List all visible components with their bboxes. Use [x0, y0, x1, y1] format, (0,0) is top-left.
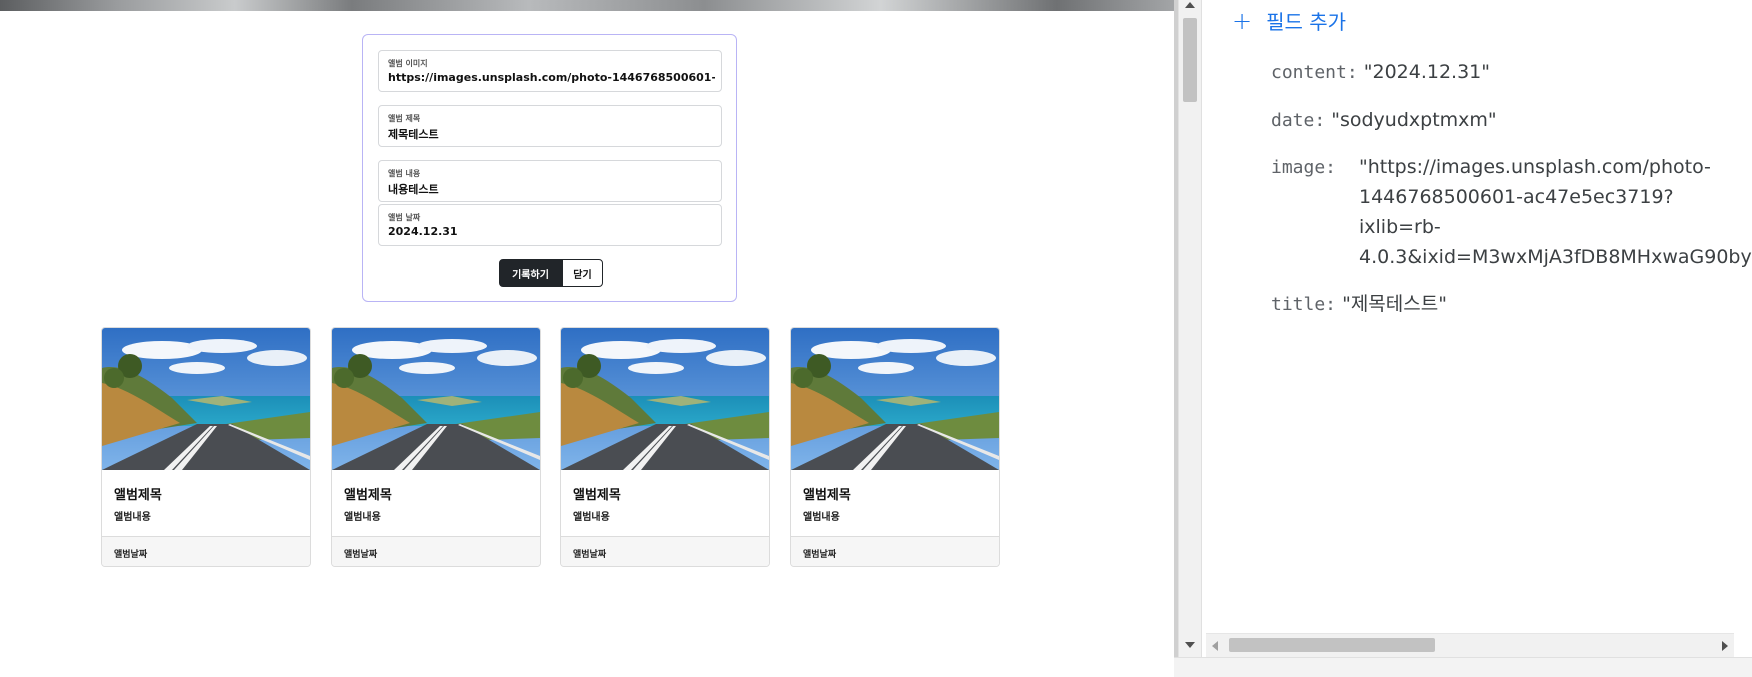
album-card-title: 앨범제목	[573, 488, 621, 503]
album-card-title: 앨범제목	[114, 488, 162, 503]
field-key: title:	[1271, 294, 1337, 315]
album-card-image	[791, 328, 999, 470]
hero-image-strip	[0, 0, 1174, 11]
album-image-field[interactable]: 앨범 이미지 https://images.unsplash.com/photo…	[378, 50, 722, 92]
album-content-field[interactable]: 앨범 내용 내용테스트	[378, 160, 722, 202]
album-card-image	[561, 328, 769, 470]
field-row-content[interactable]: content: "2024.12.31"	[1271, 57, 1490, 88]
album-card-date: 앨범날짜	[803, 550, 837, 560]
album-card-footer: 앨범날짜	[561, 536, 769, 566]
field-row-date[interactable]: date: "sodyudxptmxm"	[1271, 105, 1497, 136]
field-key: image:	[1271, 157, 1337, 178]
form-button-group: 기록하기 닫기	[499, 259, 603, 287]
album-card-footer: 앨범날짜	[102, 536, 310, 566]
scroll-up-arrow-icon[interactable]	[1185, 2, 1195, 8]
app-pane: 앨범 이미지 https://images.unsplash.com/photo…	[0, 0, 1174, 677]
album-date-field[interactable]: 앨범 날짜 2024.12.31	[378, 204, 722, 246]
album-card-date: 앨범날짜	[573, 550, 607, 560]
album-card-date: 앨범날짜	[114, 550, 148, 560]
field-value: "sodyudxptmxm"	[1331, 109, 1497, 131]
field-row-image[interactable]: image: "https://images.unsplash.com/phot…	[1271, 152, 1752, 272]
album-card-content: 앨범내용	[344, 512, 381, 523]
horizontal-scrollbar[interactable]	[1206, 633, 1734, 657]
album-card-image	[102, 328, 310, 470]
scrollbar-thumb[interactable]	[1183, 18, 1197, 102]
field-value-line: 4.0.3&ixid=M3wxMjA3fDB8MHxwaG90by	[1359, 246, 1752, 268]
album-content-label: 앨범 내용	[388, 169, 421, 178]
scroll-left-arrow-icon[interactable]	[1212, 641, 1218, 651]
album-card[interactable]: 앨범제목 앨범내용 앨범날짜	[101, 327, 311, 567]
album-date-value: 2024.12.31	[388, 225, 458, 238]
scrollbar-thumb[interactable]	[1229, 638, 1435, 652]
field-value-line: ixlib=rb-	[1359, 216, 1441, 238]
field-value-line: "https://images.unsplash.com/photo-	[1359, 156, 1711, 178]
album-title-label: 앨범 제목	[388, 114, 421, 123]
album-title-field[interactable]: 앨범 제목 제목테스트	[378, 105, 722, 147]
add-field-label: 필드 추가	[1266, 10, 1347, 34]
album-card-footer: 앨범날짜	[332, 536, 540, 566]
album-image-label: 앨범 이미지	[388, 59, 428, 68]
field-key: date:	[1271, 110, 1326, 131]
album-card-image	[332, 328, 540, 470]
bottom-bar	[1174, 657, 1752, 677]
submit-button[interactable]: 기록하기	[499, 259, 562, 287]
album-card-date: 앨범날짜	[344, 550, 378, 560]
album-card-footer: 앨범날짜	[791, 536, 999, 566]
album-card-content: 앨범내용	[114, 512, 151, 523]
field-value: "제목테스트"	[1342, 293, 1447, 315]
album-form: 앨범 이미지 https://images.unsplash.com/photo…	[362, 34, 737, 302]
close-button[interactable]: 닫기	[562, 259, 603, 287]
album-date-label: 앨범 날짜	[388, 213, 421, 222]
vertical-scrollbar[interactable]	[1178, 0, 1201, 677]
album-image-value: https://images.unsplash.com/photo-144676…	[388, 71, 715, 84]
album-card-content: 앨범내용	[803, 512, 840, 523]
scroll-right-arrow-icon[interactable]	[1722, 641, 1728, 651]
field-value-line: 1446768500601-ac47e5ec3719?	[1359, 186, 1674, 208]
add-field-button[interactable]: + 필드 추가	[1232, 6, 1346, 35]
field-value: "https://images.unsplash.com/photo- 1446…	[1359, 152, 1752, 272]
field-key: content:	[1271, 62, 1358, 83]
field-row-title[interactable]: title: "제목테스트"	[1271, 289, 1447, 320]
album-content-value: 내용테스트	[388, 183, 439, 196]
album-card-title: 앨범제목	[344, 488, 392, 503]
album-card-content: 앨범내용	[573, 512, 610, 523]
album-card[interactable]: 앨범제목 앨범내용 앨범날짜	[560, 327, 770, 567]
field-value: "2024.12.31"	[1363, 61, 1491, 83]
album-card-title: 앨범제목	[803, 488, 851, 503]
plus-icon: +	[1232, 6, 1253, 35]
album-card[interactable]: 앨범제목 앨범내용 앨범날짜	[331, 327, 541, 567]
scroll-down-arrow-icon[interactable]	[1185, 642, 1195, 648]
album-card[interactable]: 앨범제목 앨범내용 앨범날짜	[790, 327, 1000, 567]
album-title-value: 제목테스트	[388, 128, 439, 141]
document-pane: + 필드 추가 content: "2024.12.31" date: "sod…	[1201, 0, 1752, 677]
